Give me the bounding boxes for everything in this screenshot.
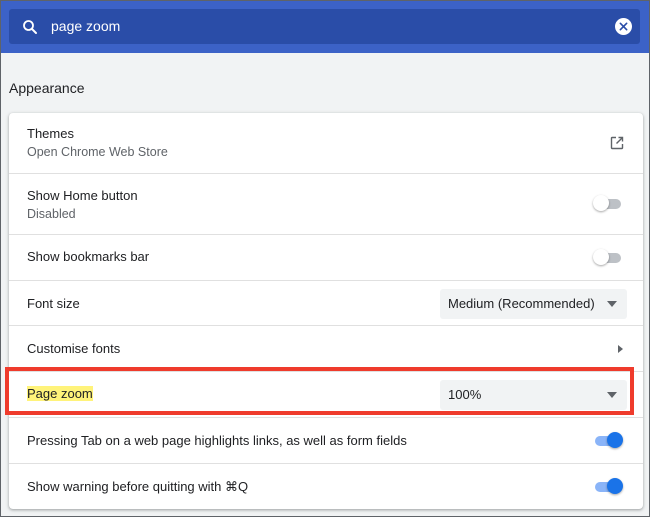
tab-highlights-row: Pressing Tab on a web page highlights li… — [9, 417, 643, 464]
search-bar: page zoom — [1, 1, 649, 53]
toggle-knob — [593, 249, 609, 265]
section-title-appearance: Appearance — [9, 80, 85, 96]
font-size-label: Font size — [27, 296, 80, 311]
themes-row[interactable]: Themes Open Chrome Web Store — [9, 113, 643, 173]
quit-warning-label: Show warning before quitting with ⌘Q — [27, 479, 249, 494]
close-icon — [619, 22, 628, 31]
themes-sublabel: Open Chrome Web Store — [27, 145, 168, 159]
external-link-icon[interactable] — [609, 135, 625, 151]
bookmarks-bar-row: Show bookmarks bar — [9, 234, 643, 281]
quit-warning-row: Show warning before quitting with ⌘Q — [9, 463, 643, 510]
page-zoom-select[interactable]: 100% — [440, 380, 627, 410]
home-button-sublabel: Disabled — [27, 207, 76, 221]
tab-highlights-label: Pressing Tab on a web page highlights li… — [27, 433, 407, 448]
search-icon — [23, 20, 37, 34]
home-button-row: Show Home button Disabled — [9, 173, 643, 235]
page-zoom-label: Page zoom — [27, 386, 93, 401]
bookmarks-bar-label: Show bookmarks bar — [27, 249, 150, 264]
page-zoom-row: Page zoom 100% — [9, 371, 643, 418]
page-zoom-value: 100% — [448, 387, 482, 402]
quit-warning-toggle[interactable] — [593, 477, 623, 497]
font-size-value: Medium (Recommended) — [448, 296, 595, 311]
toggle-knob — [593, 195, 609, 211]
font-size-select[interactable]: Medium (Recommended) — [440, 289, 627, 319]
appearance-card: Themes Open Chrome Web Store Show Home b… — [9, 113, 643, 509]
home-button-label: Show Home button — [27, 188, 138, 203]
customise-fonts-label: Customise fonts — [27, 341, 121, 356]
search-input[interactable]: page zoom — [51, 18, 120, 34]
customise-fonts-row[interactable]: Customise fonts — [9, 325, 643, 372]
tab-highlights-toggle[interactable] — [593, 431, 623, 451]
settings-window: page zoom Appearance Themes Open Chrome … — [0, 0, 650, 517]
chevron-down-icon — [607, 392, 617, 398]
font-size-row: Font size Medium (Recommended) — [9, 280, 643, 326]
bookmarks-bar-toggle[interactable] — [593, 248, 623, 268]
themes-label: Themes — [27, 126, 74, 141]
toggle-knob — [607, 432, 623, 448]
toggle-knob — [607, 478, 623, 494]
chevron-down-icon — [607, 301, 617, 307]
clear-search-button[interactable] — [615, 18, 632, 35]
chevron-right-icon[interactable] — [618, 345, 623, 353]
search-box[interactable]: page zoom — [9, 9, 640, 44]
home-button-toggle[interactable] — [593, 194, 623, 214]
